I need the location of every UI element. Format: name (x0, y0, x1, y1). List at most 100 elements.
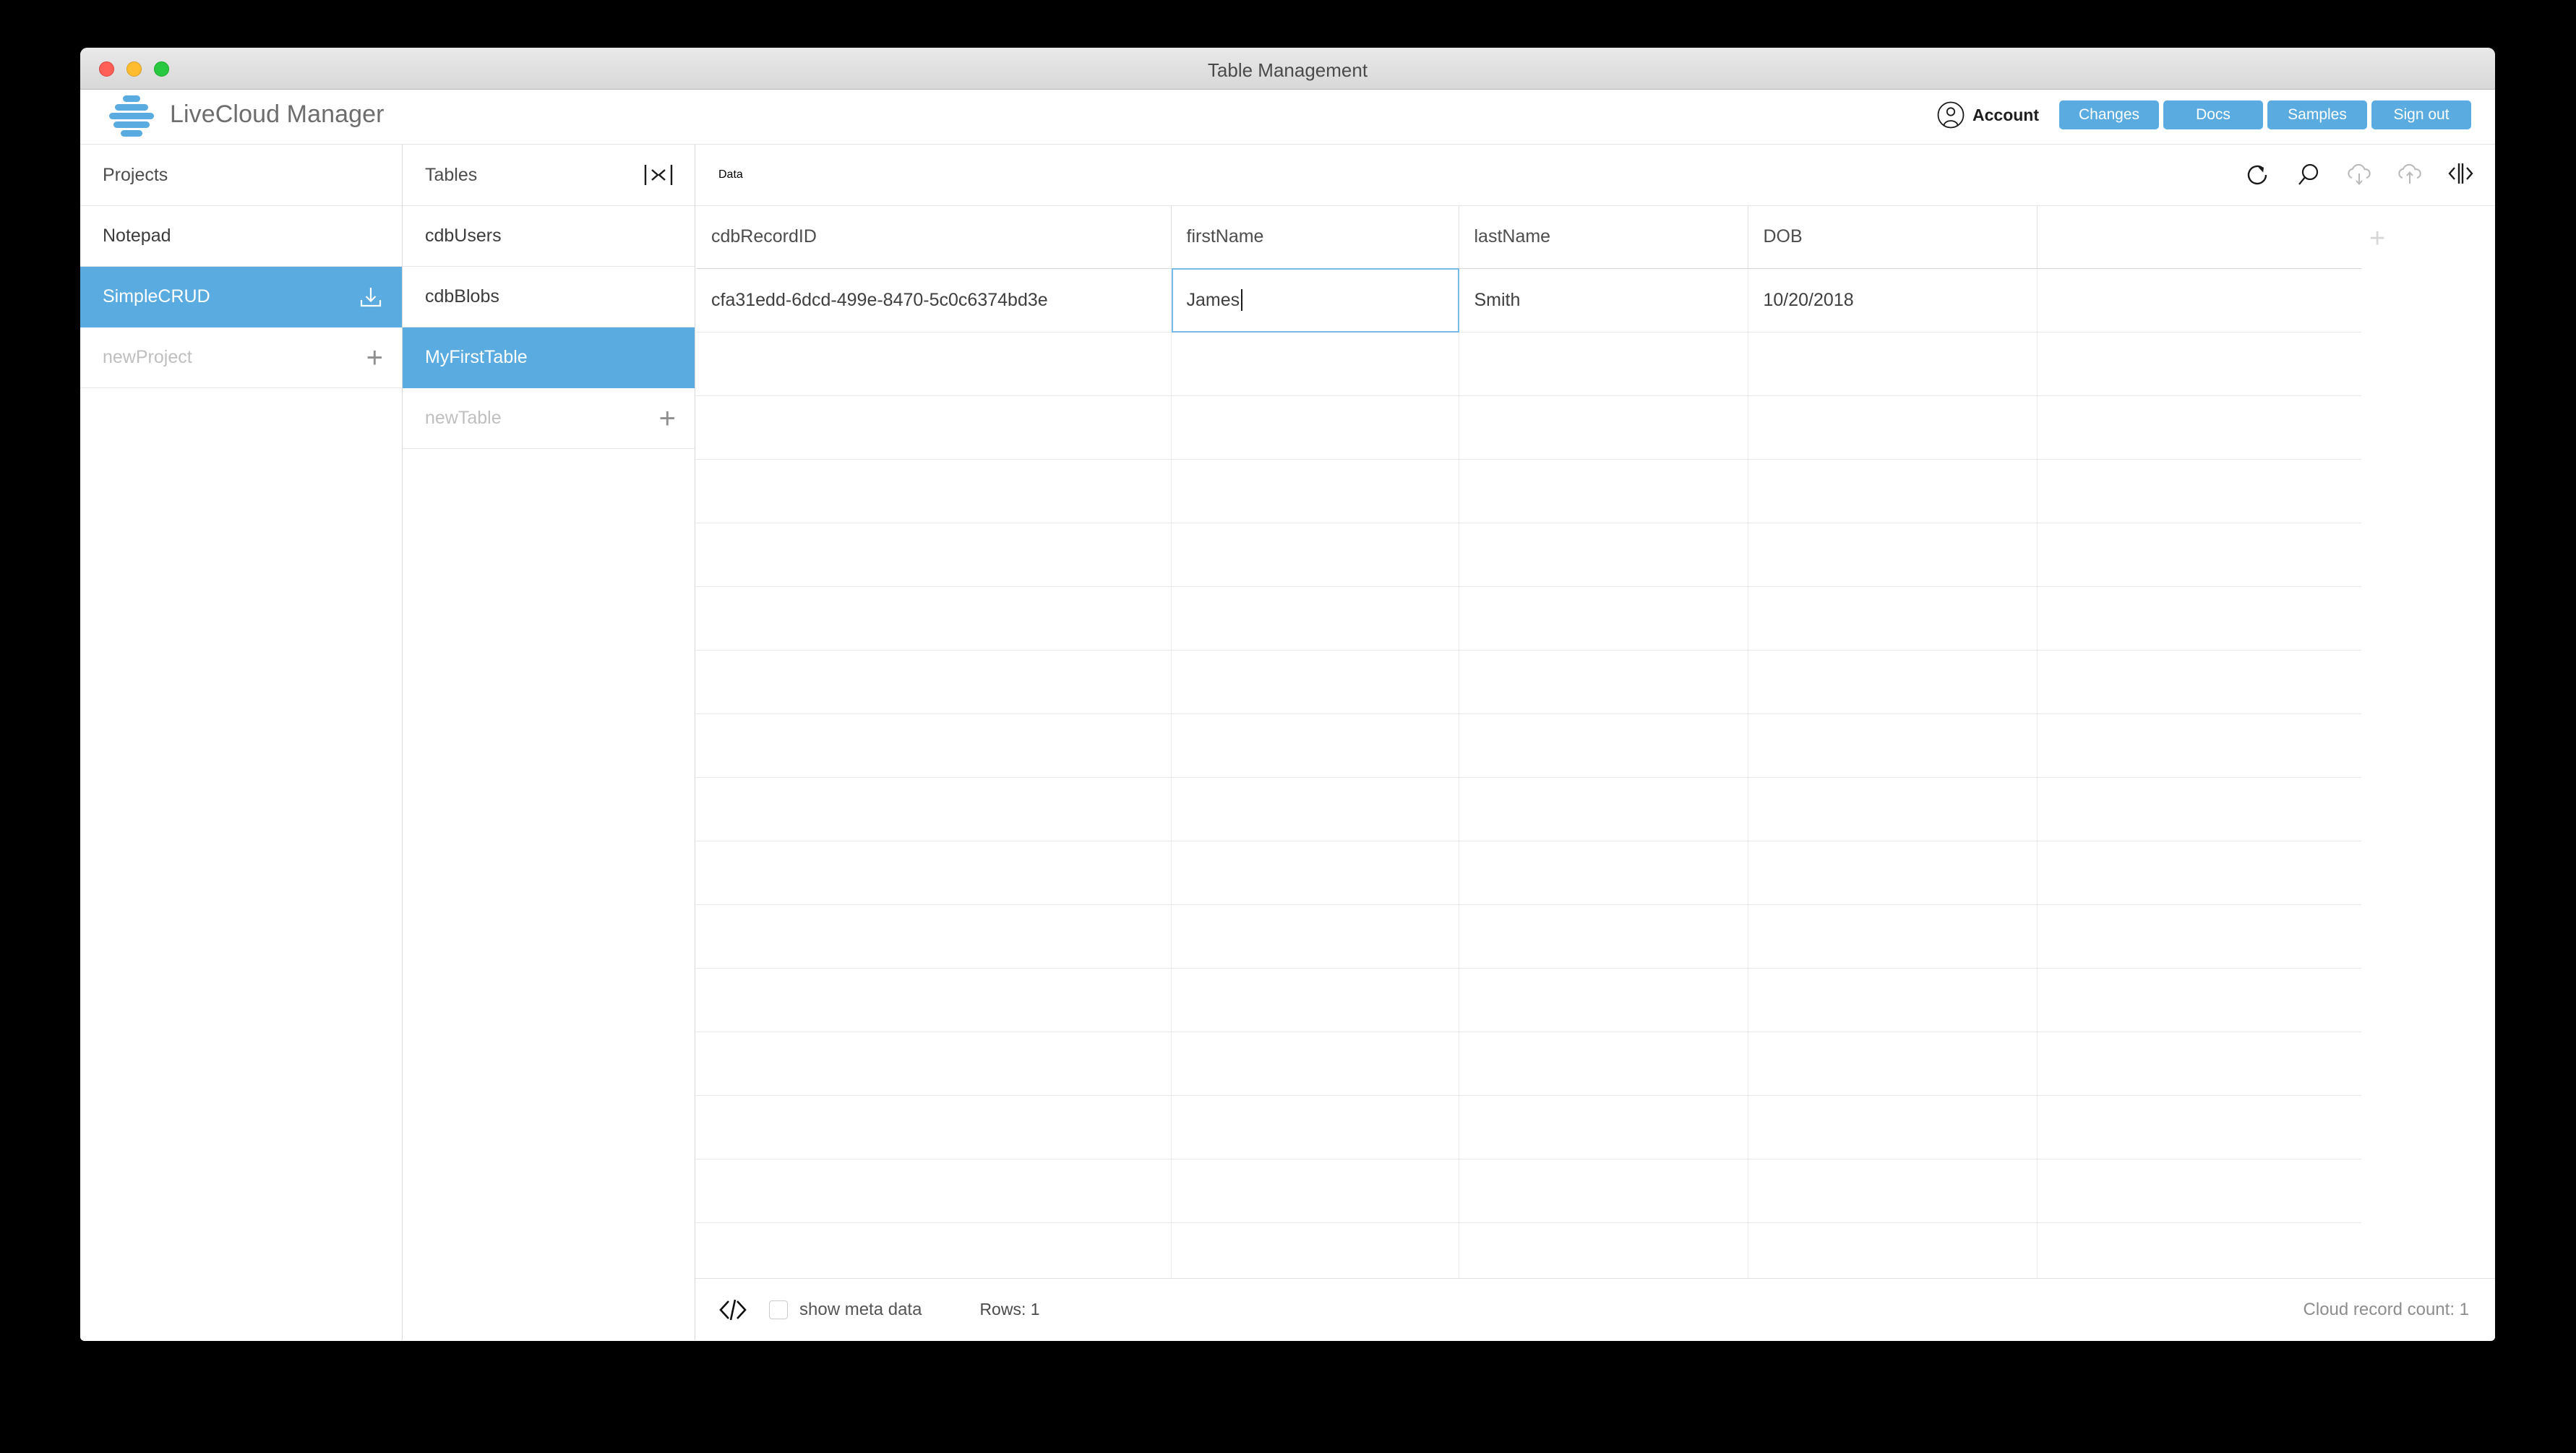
cell-empty[interactable] (1748, 777, 2038, 841)
refresh-icon[interactable] (2244, 160, 2272, 189)
column-header-lastname[interactable]: lastName (1459, 206, 1748, 269)
cell-empty[interactable] (1171, 523, 1459, 587)
cell-empty[interactable] (1748, 1032, 2038, 1096)
changes-button[interactable]: Changes (2059, 100, 2159, 129)
cell-empty[interactable] (1459, 332, 1748, 396)
cell-empty[interactable] (696, 332, 1172, 396)
search-icon[interactable] (2294, 160, 2323, 189)
cell-empty[interactable] (2037, 841, 2361, 905)
table-row[interactable] (696, 395, 2361, 460)
cell-empty[interactable] (1171, 1032, 1459, 1096)
table-item-myfirsttable[interactable]: MyFirstTable (403, 327, 695, 388)
cell-empty[interactable] (1748, 841, 2038, 905)
cell-empty[interactable] (1459, 650, 1748, 714)
table-row[interactable] (696, 1095, 2361, 1160)
show-meta-data-label[interactable]: show meta data (799, 1300, 922, 1320)
sign-out-button[interactable]: Sign out (2371, 100, 2471, 129)
sidebar-item-new-project[interactable]: newProject + (80, 327, 402, 388)
cell-empty[interactable] (696, 904, 1172, 969)
cell-empty[interactable] (2037, 1222, 2361, 1287)
table-row[interactable] (696, 777, 2361, 841)
cell-empty[interactable] (696, 650, 1172, 714)
cell-empty[interactable] (1748, 968, 2038, 1032)
cell-dob[interactable]: 10/20/2018 (1748, 268, 2038, 333)
cell-cdbrecordid[interactable]: cfa31edd-6dcd-499e-8470-5c0c6374bd3e (696, 268, 1172, 333)
cell-empty[interactable] (1748, 1222, 2038, 1287)
column-header-cdbrecordid[interactable]: cdbRecordID (696, 206, 1172, 269)
table-row[interactable] (696, 841, 2361, 905)
cell-empty[interactable] (2037, 713, 2361, 778)
cell-empty[interactable] (2037, 523, 2361, 587)
cell-empty[interactable] (1171, 332, 1459, 396)
cell-empty[interactable] (2037, 586, 2361, 651)
cell-empty[interactable] (1171, 904, 1459, 969)
cell-empty[interactable] (1459, 841, 1748, 905)
table-row[interactable] (696, 1159, 2361, 1223)
cell-empty[interactable] (1748, 586, 2038, 651)
cell-empty[interactable] (2037, 332, 2361, 396)
column-header-empty[interactable] (2037, 206, 2361, 269)
cell-empty[interactable] (696, 586, 1172, 651)
docs-button[interactable]: Docs (2163, 100, 2263, 129)
code-brackets-icon[interactable] (718, 1297, 747, 1323)
cell-empty[interactable] (1459, 713, 1748, 778)
cell-empty[interactable] (2037, 777, 2361, 841)
cell-empty[interactable] (696, 459, 1172, 523)
cell-empty[interactable] (2037, 395, 2361, 460)
cell-extra[interactable] (2037, 268, 2361, 333)
cell-empty[interactable] (1459, 586, 1748, 651)
cell-empty[interactable] (696, 968, 1172, 1032)
cell-empty[interactable] (2037, 650, 2361, 714)
cell-empty[interactable] (1171, 713, 1459, 778)
cell-empty[interactable] (696, 1095, 1172, 1160)
plus-icon[interactable]: + (366, 343, 383, 372)
cell-editor-firstname[interactable]: James (1171, 267, 1459, 333)
cell-empty[interactable] (1748, 332, 2038, 396)
plus-icon[interactable]: + (659, 404, 676, 433)
cell-empty[interactable] (1171, 1222, 1459, 1287)
table-row[interactable] (696, 713, 2361, 778)
cell-empty[interactable] (1171, 459, 1459, 523)
cell-empty[interactable] (1459, 777, 1748, 841)
cell-empty[interactable] (2037, 1032, 2361, 1096)
cell-empty[interactable] (1171, 395, 1459, 460)
table-item-new-table[interactable]: newTable + (403, 388, 695, 449)
collapse-horizontal-icon[interactable] (643, 163, 674, 187)
cell-empty[interactable] (1171, 841, 1459, 905)
cell-empty[interactable] (2037, 459, 2361, 523)
cell-empty[interactable] (696, 1222, 1172, 1287)
table-item-cdbblobs[interactable]: cdbBlobs (403, 267, 695, 327)
column-header-firstname[interactable]: firstName (1171, 206, 1459, 269)
column-header-dob[interactable]: DOB (1748, 206, 2038, 269)
sidebar-item-notepad[interactable]: Notepad (80, 206, 402, 267)
cell-empty[interactable] (1748, 459, 2038, 523)
account-label[interactable]: Account (1972, 106, 2039, 125)
cell-empty[interactable] (1459, 1222, 1748, 1287)
cell-empty[interactable] (696, 777, 1172, 841)
cell-empty[interactable] (2037, 968, 2361, 1032)
table-row[interactable] (696, 1032, 2361, 1096)
sidebar-item-simplecrud[interactable]: SimpleCRUD (80, 267, 402, 327)
cell-empty[interactable] (1171, 1095, 1459, 1160)
cell-empty[interactable] (1748, 1159, 2038, 1223)
cell-empty[interactable] (1459, 395, 1748, 460)
cell-lastname[interactable]: Smith (1459, 268, 1748, 333)
cell-empty[interactable] (1748, 1095, 2038, 1160)
cell-empty[interactable] (1459, 459, 1748, 523)
cell-empty[interactable] (1748, 904, 2038, 969)
table-item-cdbusers[interactable]: cdbUsers (403, 206, 695, 267)
cell-empty[interactable] (696, 841, 1172, 905)
cloud-download-icon[interactable] (2345, 160, 2374, 189)
table-row[interactable] (696, 586, 2361, 651)
cell-empty[interactable] (696, 713, 1172, 778)
cell-empty[interactable] (1171, 650, 1459, 714)
account-person-icon[interactable] (1937, 101, 1965, 129)
table-row[interactable]: cfa31edd-6dcd-499e-8470-5c0c6374bd3e Jam… (696, 267, 2361, 333)
cell-empty[interactable] (1748, 713, 2038, 778)
cell-empty[interactable] (2037, 904, 2361, 969)
cell-empty[interactable] (696, 523, 1172, 587)
table-row[interactable] (696, 459, 2361, 523)
cell-empty[interactable] (1171, 968, 1459, 1032)
cell-empty[interactable] (2037, 1095, 2361, 1160)
cell-empty[interactable] (1459, 968, 1748, 1032)
